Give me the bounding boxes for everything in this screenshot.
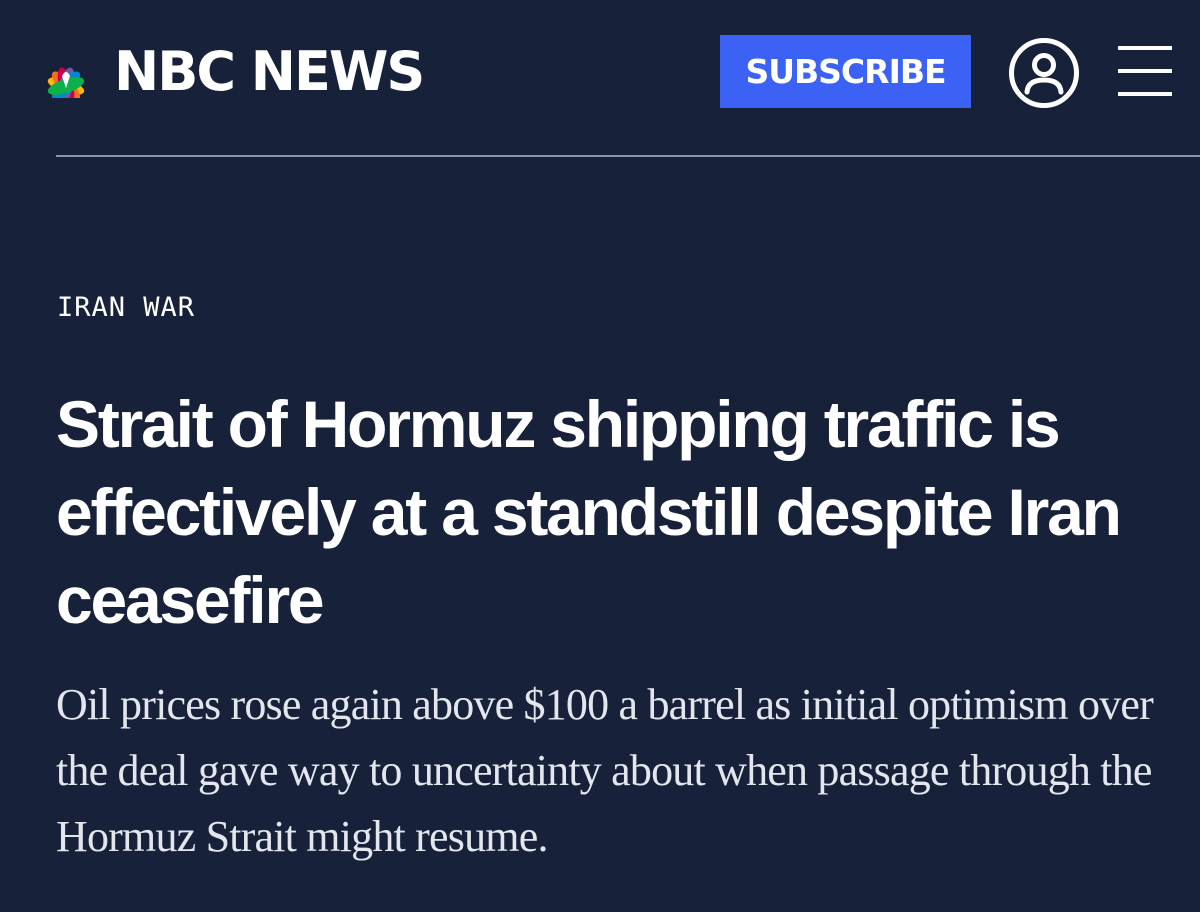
user-circle-icon [1009, 38, 1079, 108]
account-button[interactable] [1008, 37, 1080, 109]
header-divider [56, 155, 1200, 157]
site-wordmark: NBC NEWS [114, 40, 425, 103]
nbc-news-logo[interactable]: NBC NEWS [28, 40, 425, 103]
article-headline: Strait of Hormuz shipping traffic is eff… [56, 387, 1122, 637]
section-kicker-link[interactable]: IRAN WAR [57, 292, 195, 323]
subscribe-button[interactable]: SUBSCRIBE [720, 35, 971, 108]
hamburger-menu-icon [1118, 69, 1172, 73]
peacock-logo-icon [47, 67, 85, 98]
hamburger-menu-button[interactable] [1118, 46, 1174, 96]
article-dek: Oil prices rose again above $100 a barre… [56, 680, 1154, 861]
hamburger-menu-icon [1118, 46, 1172, 50]
site-header: NBC NEWS SUBSCRIBE [0, 0, 1200, 156]
hamburger-menu-icon [1118, 92, 1172, 96]
